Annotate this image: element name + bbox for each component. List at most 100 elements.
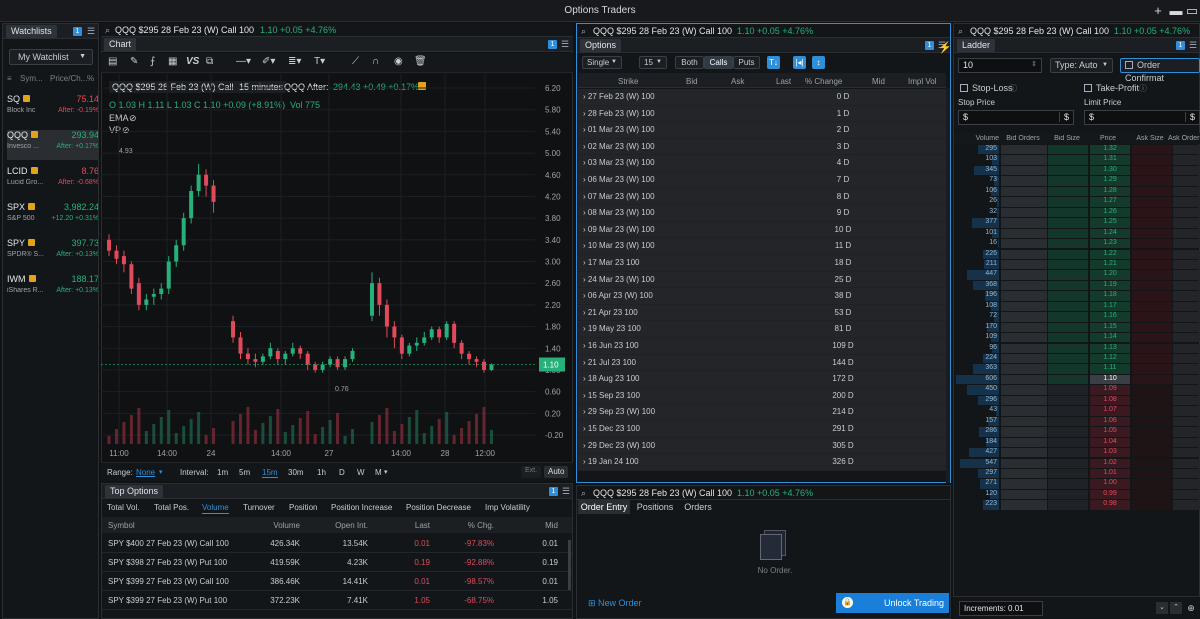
bid-size-cell[interactable] (1048, 343, 1088, 353)
filter-position-increase[interactable]: Position Increase (331, 503, 392, 512)
bid-size-cell[interactable] (1048, 458, 1088, 468)
bid-size-cell[interactable] (1048, 312, 1088, 322)
bid-size-cell[interactable] (1048, 228, 1088, 238)
col-last[interactable]: Last (370, 521, 430, 530)
unlock-trading-button[interactable]: 🔒 Unlock Trading (836, 593, 949, 613)
watchlist-row[interactable]: QQQ 293.94 Invesco ... After: +0.17% (7, 130, 98, 160)
search-icon[interactable]: ⌕ (581, 26, 586, 37)
expiration-row[interactable]: › 03 Mar 23 (W) 100 4 D (578, 155, 946, 172)
tab-top-options[interactable]: Top Options (105, 485, 164, 498)
ladder-row[interactable]: 297 1.01 (955, 468, 1200, 479)
ladder-row[interactable]: 96 1.13 (955, 343, 1200, 354)
ladder-row[interactable]: 223 0.98 (955, 500, 1200, 510)
layout-icon[interactable]: ▬ (1168, 3, 1184, 19)
col-pct[interactable]: % (87, 74, 94, 83)
ladder-row[interactable]: 184 1.04 (955, 437, 1200, 448)
ask-orders-cell[interactable] (1173, 500, 1200, 510)
col-symbol[interactable]: Symbol (108, 521, 135, 530)
sort-icon[interactable]: ≡ (7, 74, 12, 83)
bid-size-cell[interactable] (1048, 322, 1088, 333)
window-icon[interactable]: ▭ (1184, 3, 1200, 19)
ext-toggle[interactable]: Ext. (521, 466, 542, 478)
link-badge[interactable]: 1 (73, 27, 82, 36)
interval-1m[interactable]: 1m (217, 468, 228, 477)
ask-orders-cell[interactable] (1173, 218, 1200, 228)
menu-icon[interactable]: ☰ (562, 487, 571, 496)
add-icon[interactable]: + (1150, 3, 1166, 19)
interval-1h[interactable]: 1h (317, 468, 326, 477)
table-row[interactable]: SPY $399 27 Feb 23 (W) Put 100 372.23K 7.4… (102, 591, 572, 610)
col-symbol[interactable]: Sym... (20, 74, 43, 83)
pen-tool-icon[interactable]: ✐▾ (262, 56, 275, 67)
take-profit-checkbox[interactable] (1084, 84, 1092, 92)
chart-type-icon[interactable]: ▤ (108, 56, 117, 67)
search-icon[interactable]: ⌕ (105, 25, 110, 36)
ask-orders-cell[interactable] (1173, 145, 1200, 155)
grid-icon[interactable]: ▦ (168, 56, 177, 67)
ask-size-cell[interactable] (1132, 395, 1172, 406)
trash-icon[interactable]: 🗑 (414, 56, 427, 67)
expiration-row[interactable]: › 01 Mar 23 (W) 100 2 D (578, 122, 946, 139)
ask-orders-cell[interactable] (1173, 165, 1200, 176)
expiration-row[interactable]: › 28 Feb 23 (W) 100 1 D (578, 105, 946, 123)
filter-position-decrease[interactable]: Position Decrease (406, 503, 471, 512)
menu-icon[interactable]: ☰ (87, 27, 96, 36)
scrollbar[interactable] (946, 88, 950, 483)
ladder-price[interactable]: 1.26 (1090, 207, 1130, 218)
ladder-row[interactable]: 108 1.17 (955, 301, 1200, 312)
ask-orders-cell[interactable] (1173, 385, 1200, 395)
bid-orders-cell[interactable] (1001, 197, 1047, 207)
contract-label[interactable]: QQQ $295 28 Feb 23 (W) Call 100 (593, 488, 732, 498)
ask-orders-cell[interactable] (1173, 333, 1200, 343)
ladder-price[interactable]: 1.01 (1090, 468, 1130, 479)
ladder-row[interactable]: 16 1.23 (955, 239, 1200, 249)
bid-size-cell[interactable] (1048, 145, 1088, 155)
bid-size-cell[interactable] (1048, 155, 1088, 165)
expiration-row[interactable]: › 21 Jul 23 100 144 D (578, 354, 946, 372)
ladder-price[interactable]: 1.24 (1090, 228, 1130, 238)
bid-orders-cell[interactable] (1001, 312, 1047, 322)
ladder-row[interactable]: 43 1.07 (955, 406, 1200, 416)
bid-orders-cell[interactable] (1001, 207, 1047, 218)
ask-size-cell[interactable] (1132, 406, 1172, 416)
link-badge[interactable]: 1 (548, 40, 557, 49)
bid-orders-cell[interactable] (1001, 145, 1047, 155)
ladder-row[interactable]: 109 1.14 (955, 333, 1200, 343)
expiration-row[interactable]: › 08 Mar 23 (W) 100 9 D (578, 205, 946, 222)
bid-orders-cell[interactable] (1001, 489, 1047, 500)
bid-size-cell[interactable] (1048, 500, 1088, 510)
col-volume[interactable]: Volume (240, 521, 300, 530)
ask-size-cell[interactable] (1132, 416, 1172, 427)
bid-orders-cell[interactable] (1001, 249, 1047, 259)
watchlist-row[interactable]: SPY 397.73 SPDR® S... After: +0.13% (7, 238, 98, 268)
bid-size-cell[interactable] (1048, 489, 1088, 500)
range-select[interactable]: None (136, 468, 155, 477)
split-icon[interactable]: |◂| (793, 56, 806, 69)
ladder-price[interactable]: 1.05 (1090, 427, 1130, 437)
expiration-row[interactable]: › 27 Feb 23 (W) 100 0 D (578, 89, 946, 106)
bid-orders-cell[interactable] (1001, 406, 1047, 416)
bid-orders-cell[interactable] (1001, 239, 1047, 249)
ask-size-cell[interactable] (1132, 218, 1172, 228)
ask-orders-cell[interactable] (1173, 479, 1200, 489)
expiration-row[interactable]: › 15 Sep 23 100 200 D (578, 387, 946, 405)
ask-orders-cell[interactable] (1173, 259, 1200, 270)
ask-size-cell[interactable] (1132, 343, 1172, 353)
ask-size-cell[interactable] (1132, 468, 1172, 479)
ask-size-cell[interactable] (1132, 489, 1172, 500)
watchlist-row[interactable]: SQ 75.14 Block Inc After: -0.19% (7, 94, 98, 124)
ladder-row[interactable]: 377 1.25 (955, 218, 1200, 228)
ask-orders-cell[interactable] (1173, 364, 1200, 374)
bid-orders-cell[interactable] (1001, 165, 1047, 176)
bid-orders-cell[interactable] (1001, 427, 1047, 437)
expiration-row[interactable]: › 06 Mar 23 (W) 100 7 D (578, 172, 946, 189)
ask-size-cell[interactable] (1132, 249, 1172, 259)
col-strike[interactable]: Strike (618, 77, 638, 86)
draw-icon[interactable]: ✎ (130, 56, 138, 67)
bid-size-cell[interactable] (1048, 207, 1088, 218)
ladder-price[interactable]: 1.03 (1090, 448, 1130, 458)
ask-orders-cell[interactable] (1173, 186, 1200, 197)
ask-size-cell[interactable] (1132, 155, 1172, 165)
ask-size-cell[interactable] (1132, 186, 1172, 197)
bid-size-cell[interactable] (1048, 249, 1088, 259)
